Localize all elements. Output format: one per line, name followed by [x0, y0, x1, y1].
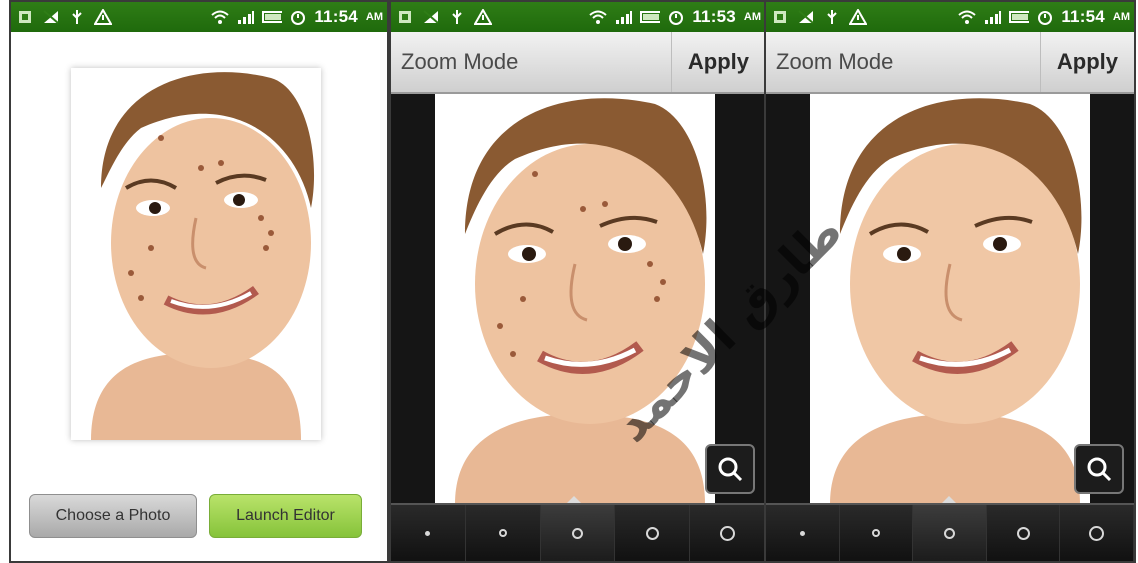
- brush-size-xl[interactable]: [1060, 505, 1134, 561]
- battery-icon: [640, 9, 661, 25]
- usb-icon: [447, 9, 467, 25]
- action-bar: Zoom Mode Apply: [766, 32, 1134, 94]
- brush-selection-pointer: [567, 496, 581, 503]
- warning-icon: [848, 9, 868, 25]
- storage-icon: [770, 9, 790, 25]
- no-signal-icon: [796, 9, 816, 25]
- brush-size-s[interactable]: [465, 505, 541, 561]
- wifi-icon: [210, 9, 230, 25]
- face-photo: [810, 94, 1090, 504]
- status-ampm: AM: [365, 11, 383, 23]
- edit-canvas[interactable]: [391, 94, 765, 504]
- warning-icon: [93, 9, 113, 25]
- no-signal-icon: [421, 9, 441, 25]
- launch-editor-button[interactable]: Launch Editor: [209, 494, 362, 538]
- apply-button[interactable]: Apply: [670, 32, 765, 92]
- status-bar: 11:53 AM: [391, 2, 765, 32]
- zoom-button[interactable]: [705, 444, 755, 494]
- status-time: 11:54: [314, 7, 358, 26]
- no-signal-icon: [41, 9, 61, 25]
- photo-select-screen: 11:54 AM Choose a Photo Launch Editor: [9, 0, 389, 563]
- brush-size-xs[interactable]: [766, 505, 840, 561]
- apply-button[interactable]: Apply: [1039, 32, 1134, 92]
- battery-icon: [1009, 9, 1030, 25]
- brush-size-l[interactable]: [615, 505, 691, 561]
- alarm-icon: [288, 9, 308, 25]
- face-photo: [71, 68, 321, 440]
- status-ampm: AM: [1112, 11, 1130, 23]
- magnifier-icon: [718, 457, 743, 482]
- status-time: 11:54: [1061, 7, 1105, 26]
- zoom-button[interactable]: [1074, 444, 1124, 494]
- status-bar: 11:54 AM: [766, 2, 1134, 32]
- editor-screen-before: 11:53 AM Zoom Mode Apply: [389, 0, 767, 563]
- brush-size-toolbar: [391, 503, 765, 561]
- brush-size-xl[interactable]: [690, 505, 765, 561]
- storage-icon: [395, 9, 415, 25]
- usb-icon: [67, 9, 87, 25]
- brush-size-m[interactable]: [540, 505, 616, 561]
- magnifier-icon: [1087, 457, 1112, 482]
- brush-selection-pointer: [942, 496, 956, 503]
- mode-title: Zoom Mode: [401, 49, 519, 74]
- status-ampm: AM: [743, 11, 761, 23]
- signal-icon: [614, 9, 634, 25]
- edit-canvas[interactable]: [766, 94, 1134, 504]
- mode-title: Zoom Mode: [776, 49, 894, 74]
- wifi-icon: [957, 9, 977, 25]
- brush-size-s[interactable]: [839, 505, 914, 561]
- battery-icon: [262, 9, 283, 25]
- face-photo: [435, 94, 715, 504]
- brush-size-toolbar: [766, 503, 1134, 561]
- signal-icon: [236, 9, 256, 25]
- usb-icon: [822, 9, 842, 25]
- signal-icon: [983, 9, 1003, 25]
- status-time: 11:53: [692, 7, 736, 26]
- brush-size-l[interactable]: [986, 505, 1061, 561]
- storage-icon: [15, 9, 35, 25]
- action-bar: Zoom Mode Apply: [391, 32, 765, 94]
- editor-screen-after: 11:54 AM Zoom Mode Apply: [764, 0, 1136, 563]
- wifi-icon: [588, 9, 608, 25]
- warning-icon: [473, 9, 493, 25]
- brush-size-xs[interactable]: [391, 505, 466, 561]
- brush-size-m[interactable]: [913, 505, 987, 561]
- alarm-icon: [666, 9, 686, 25]
- alarm-icon: [1035, 9, 1055, 25]
- status-bar: 11:54 AM: [11, 2, 387, 32]
- choose-photo-button[interactable]: Choose a Photo: [29, 494, 197, 538]
- photo-preview[interactable]: [71, 68, 321, 440]
